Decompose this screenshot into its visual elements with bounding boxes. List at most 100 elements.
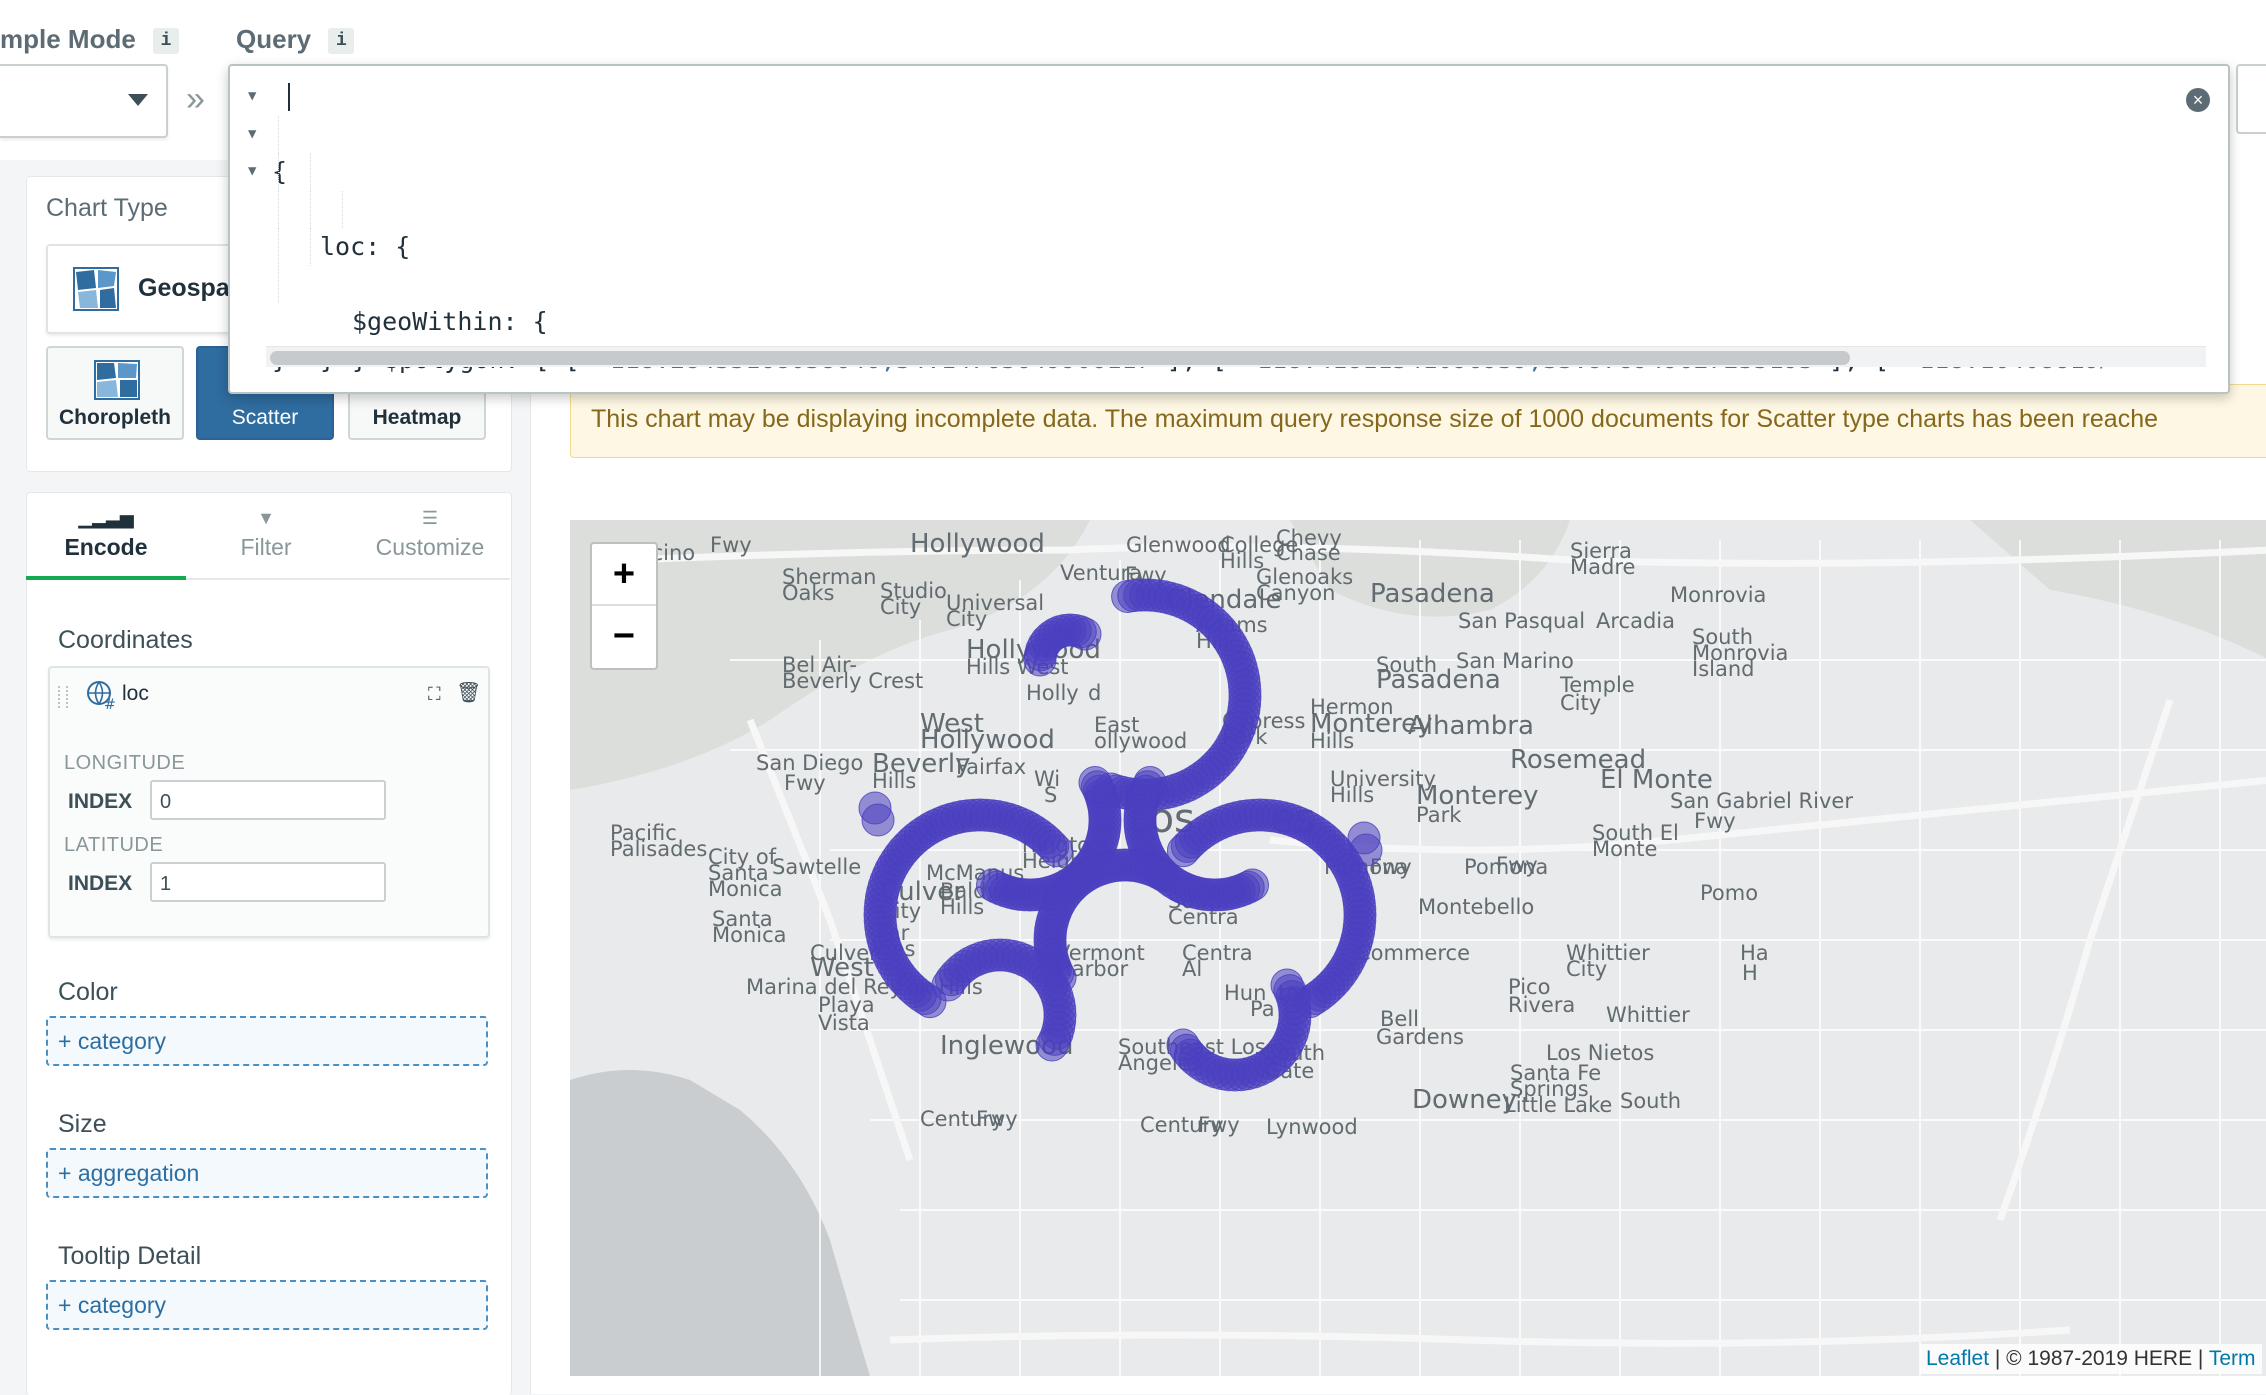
map-place-label: Fwy	[710, 533, 752, 557]
info-icon[interactable]: i	[153, 28, 180, 55]
indent-guide	[310, 153, 311, 191]
map-place-label: Palisades	[610, 837, 707, 861]
tab-customize[interactable]: ☰ Customize	[350, 492, 510, 578]
trash-icon[interactable]: 🗑	[456, 680, 481, 705]
map-place-label: Oaks	[782, 581, 835, 605]
sample-mode-header: mple Mode i	[0, 24, 180, 55]
info-icon[interactable]: i	[328, 28, 355, 55]
scatter-point[interactable]	[1035, 1028, 1069, 1062]
tooltip-title: Tooltip Detail	[58, 1242, 202, 1270]
map-place-label: Arcadia	[1596, 609, 1675, 633]
close-circle-icon[interactable]: ×	[2186, 88, 2210, 112]
map-place-label: City	[1560, 691, 1601, 715]
map-place-label: Fwy	[1198, 1113, 1240, 1137]
code-line: $polygon: [ [ -118.28433168038646,34.147…	[230, 190, 2228, 374]
choropleth-icon	[94, 360, 140, 400]
tab-label: Customize	[375, 534, 485, 560]
map-place-label: ollywood	[1094, 729, 1187, 753]
chart-type-label: Scatter	[231, 406, 299, 429]
indent-guide	[278, 115, 279, 153]
indent-guide	[310, 190, 311, 228]
indent-guide	[342, 190, 343, 228]
code-line: ▼ $geoWithin: {	[230, 153, 2228, 336]
chart-type-choropleth-button[interactable]: Choropleth	[46, 346, 184, 440]
indent-guide	[278, 153, 279, 191]
index-label: INDEX	[68, 872, 133, 895]
leaflet-link[interactable]: Leaflet	[1926, 1347, 1989, 1370]
chart-type-label: Choropleth	[59, 406, 171, 429]
dropzone-label: + aggregation	[58, 1160, 200, 1186]
map-place-label: Monica	[712, 923, 787, 947]
latitude-label: LATITUDE	[64, 834, 164, 856]
horizontal-scrollbar[interactable]	[266, 346, 2206, 367]
scatter-point[interactable]	[1078, 766, 1112, 799]
warning-text: This chart may be displaying incomplete …	[591, 405, 2159, 433]
incomplete-data-warning: This chart may be displaying incomplete …	[570, 384, 2266, 458]
double-chevron-right-icon[interactable]: »	[186, 80, 205, 119]
sliders-icon: ☰	[421, 508, 439, 528]
bar-signal-icon: ▁▂▃▅	[78, 508, 134, 528]
sample-mode-label: mple Mode	[0, 24, 136, 54]
map[interactable]: Encino Fwy Hollywood Glenwood College Hills Ch…	[570, 520, 2266, 1376]
ocean	[570, 1070, 870, 1376]
expand-icon[interactable]: ⛶	[428, 684, 441, 705]
geospatial-icon	[73, 267, 119, 311]
fold-caret-icon[interactable]: ▼	[248, 78, 256, 116]
sample-mode-select[interactable]	[0, 64, 168, 138]
funnel-icon: ▼	[257, 508, 275, 528]
map-place-label: Fwy	[976, 1107, 1018, 1131]
scatter-point[interactable]	[1068, 617, 1102, 651]
map-canvas[interactable]: Encino Fwy Hollywood GlenwoodCollegeHillsCh…	[570, 520, 2266, 1376]
svg-text:#: #	[104, 697, 116, 710]
longitude-index-input[interactable]: 0	[150, 780, 386, 820]
dropzone-label: + category	[58, 1028, 167, 1054]
latitude-index-input[interactable]: 1	[150, 862, 386, 902]
fold-caret-icon[interactable]: ▼	[248, 116, 256, 154]
map-place-label: Canyon	[1256, 581, 1335, 605]
tooltip-dropzone[interactable]: + category	[46, 1280, 488, 1330]
fold-caret-icon[interactable]: ▼	[248, 153, 256, 191]
index-label: INDEX	[68, 790, 133, 813]
dropzone-label: + category	[58, 1292, 167, 1318]
query-code[interactable]: ▼ { ▼ loc: { ▼ $geoWithin: { $polygon: […	[230, 78, 2228, 374]
apply-button[interactable]	[2236, 64, 2266, 134]
encode-tabs: ▁▂▃▅ Encode ▼ Filter ☰ Customize	[26, 492, 510, 580]
color-title: Color	[58, 978, 118, 1006]
size-dropzone[interactable]: + aggregation	[46, 1148, 488, 1198]
scatter-point[interactable]	[1270, 968, 1304, 1002]
map-place-label: Lynwood	[1266, 1115, 1358, 1139]
zoom-out-button[interactable]: −	[592, 606, 656, 666]
map-place-label: Monica	[708, 877, 783, 901]
scatter-point[interactable]	[1236, 868, 1269, 902]
scrollbar-thumb[interactable]	[270, 351, 1850, 365]
map-place-label: Monte	[1592, 837, 1657, 861]
query-editor[interactable]: ▼ { ▼ loc: { ▼ $geoWithin: { $polygon: […	[228, 64, 2230, 394]
scatter-point[interactable]	[861, 803, 895, 837]
map-place-label: Hills	[940, 895, 984, 919]
query-label: Query	[236, 24, 312, 54]
map-place-label: Hollywood	[910, 529, 1045, 559]
tab-filter[interactable]: ▼ Filter	[186, 492, 346, 578]
query-header: Query i	[236, 24, 355, 55]
map-place-label: Montebello	[1418, 895, 1534, 919]
coordinates-field-card[interactable]: # loc ⛶ 🗑 LONGITUDE INDEX 0 LATITUDE IND…	[48, 666, 490, 938]
map-place-label: d	[1088, 681, 1101, 705]
color-dropzone[interactable]: + category	[46, 1016, 488, 1066]
indent-guide	[278, 228, 279, 266]
map-place-label: Fwy	[784, 771, 826, 795]
terrain	[1970, 520, 2266, 659]
tab-encode[interactable]: ▁▂▃▅ Encode	[26, 492, 186, 580]
scatter-point[interactable]	[1040, 834, 1074, 868]
map-attribution: Leaflet | © 1987-2019 HERE | Term	[1920, 1344, 2262, 1374]
indent-guide	[278, 265, 279, 303]
map-place-label: Hills	[1310, 729, 1354, 753]
zoom-control: + −	[590, 542, 658, 670]
map-place-label: Commerce	[1356, 941, 1470, 965]
map-place-label: Gardens	[1376, 1025, 1464, 1049]
terms-link[interactable]: Term	[2209, 1347, 2256, 1370]
chart-type-select[interactable]: Geospa	[46, 244, 250, 334]
drag-handle-icon[interactable]	[58, 686, 68, 708]
zoom-in-button[interactable]: +	[592, 544, 656, 604]
scatter-point[interactable]	[1349, 833, 1383, 867]
tab-label: Filter	[240, 534, 292, 560]
